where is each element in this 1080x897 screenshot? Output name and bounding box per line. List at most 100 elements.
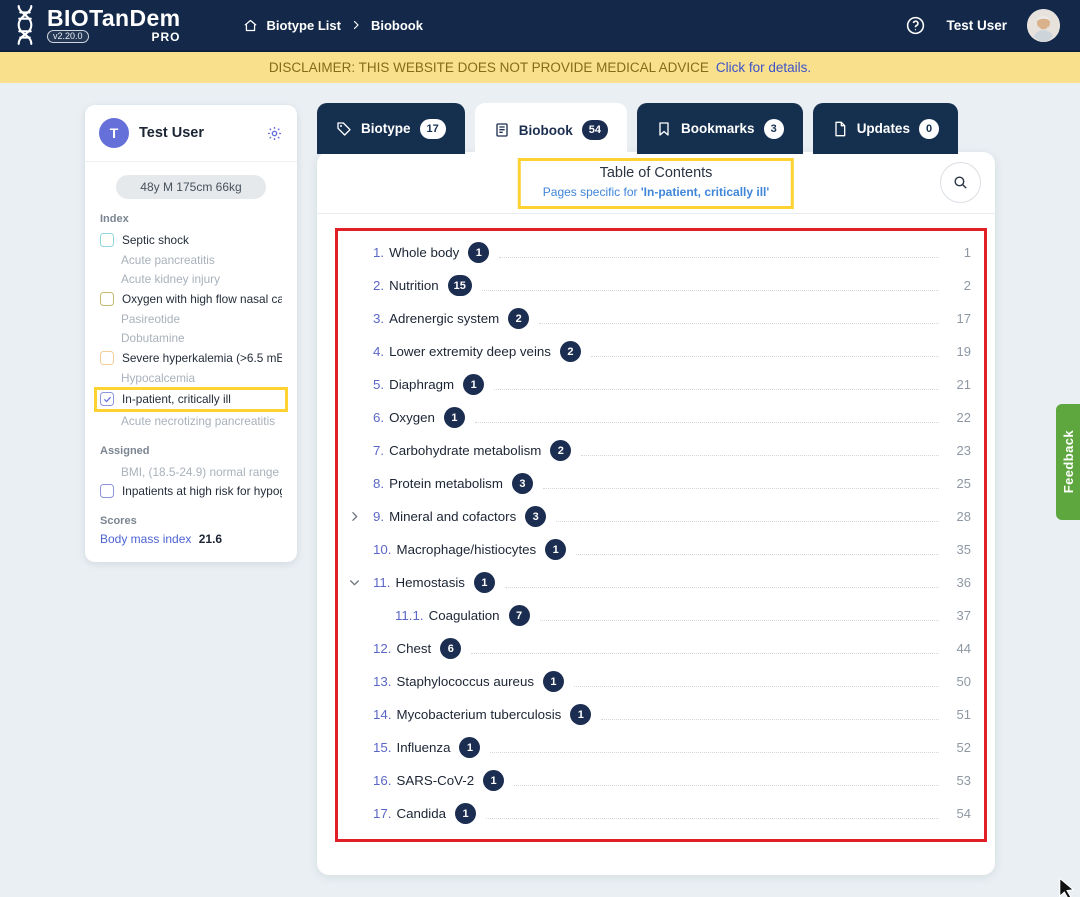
item-checkbox[interactable] (100, 484, 114, 499)
user-avatar[interactable] (1027, 8, 1060, 42)
toc-row[interactable]: 4. Lower extremity deep veins 2 19 (338, 335, 984, 368)
breadcrumb: Biotype List Biobook (243, 18, 423, 33)
tab-bookmarks[interactable]: Bookmarks 3 (637, 103, 803, 154)
toc-row[interactable]: 9. Mineral and cofactors 3 28 (338, 500, 984, 533)
toc-page-number: 36 (956, 575, 971, 590)
dotted-leader (556, 521, 939, 522)
toc-row[interactable]: 11.1. Coagulation 7 37 (338, 599, 984, 632)
home-icon[interactable] (243, 18, 258, 33)
search-button[interactable] (940, 162, 981, 203)
toc-count-badge: 15 (447, 275, 472, 296)
toc-page-number: 54 (956, 806, 971, 821)
chevron-right-icon[interactable] (348, 510, 373, 523)
toc-count-badge: 1 (570, 704, 592, 725)
file-icon (832, 121, 848, 137)
toc-page-number: 50 (956, 674, 971, 689)
list-item-highlighted[interactable]: In-patient, critically ill (97, 390, 285, 410)
user-name: Test User (946, 17, 1007, 33)
tab-updates[interactable]: Updates 0 (812, 103, 959, 154)
profile-name: Test User (139, 125, 205, 141)
profile-avatar: T (99, 118, 129, 148)
toc-page-number: 21 (956, 377, 971, 392)
app-logo[interactable]: BIOTanDem v2.20.0 PRO (12, 4, 181, 46)
toc-row[interactable]: 10. Macrophage/histiocytes 1 35 (338, 533, 984, 566)
toc-count-badge: 1 (455, 803, 477, 824)
profile-card: T Test User 48y M 175cm 66kg Index Septi… (85, 105, 297, 563)
tab-biotype[interactable]: Biotype 17 (317, 103, 465, 154)
help-icon[interactable] (905, 15, 926, 36)
item-checkbox[interactable] (100, 291, 114, 306)
item-checkbox-checked[interactable] (100, 392, 114, 407)
list-item: BMI, (18.5-24.9) normal range (121, 464, 280, 479)
dotted-leader (504, 587, 939, 588)
bmi-score-link[interactable]: Body mass index (100, 532, 191, 546)
feedback-button[interactable]: Feedback (1056, 404, 1080, 520)
disclaimer-text: DISCLAIMER: THIS WEBSITE DOES NOT PROVID… (268, 60, 709, 75)
disclaimer-details-link[interactable]: Click for details. (716, 60, 811, 75)
toc-row[interactable]: 17. Candida 1 54 (338, 797, 984, 830)
breadcrumb-biotype-list[interactable]: Biotype List (267, 18, 341, 33)
toc-row[interactable]: 12. Chest 6 44 (338, 632, 984, 665)
toc-row[interactable]: 2. Nutrition 15 2 (338, 269, 984, 302)
bookmark-icon (656, 121, 672, 137)
item-checkbox[interactable] (100, 350, 114, 365)
toc-row[interactable]: 11. Hemostasis 1 36 (338, 566, 984, 599)
dotted-leader (490, 752, 939, 753)
assigned-list: BMI, (18.5-24.9) normal range Inpatients… (100, 462, 282, 501)
top-bar: BIOTanDem v2.20.0 PRO Biotype List Biobo… (0, 0, 1080, 52)
toc-count-badge: 1 (542, 671, 564, 692)
index-list: Septic shock Acute pancreatitis Acute ki… (100, 230, 282, 431)
toc-page-number: 17 (956, 311, 971, 326)
toc-row[interactable]: 6. Oxygen 1 22 (338, 401, 984, 434)
toc-row[interactable]: 15. Influenza 1 52 (338, 731, 984, 764)
toc-row[interactable]: 7. Carbohydrate metabolism 2 23 (338, 434, 984, 467)
toc-count-badge: 1 (545, 539, 567, 560)
dotted-leader (542, 488, 939, 489)
dotted-leader (481, 290, 939, 291)
toc-row[interactable]: 3. Adrenergic system 2 17 (338, 302, 984, 335)
list-item: Acute kidney injury (121, 272, 221, 287)
dotted-leader (494, 389, 939, 390)
logo-wordmark: BIOTanDem (47, 4, 181, 31)
list-item[interactable]: Inpatients at high risk for hypogly... (100, 482, 282, 502)
gear-icon[interactable] (266, 125, 283, 142)
dotted-leader (474, 422, 939, 423)
toc-count-badge: 2 (508, 308, 530, 329)
toc-page-number: 52 (956, 740, 971, 755)
tab-biobook[interactable]: Biobook 54 (474, 103, 628, 157)
tag-icon (336, 121, 352, 137)
list-item: Acute pancreatitis (121, 252, 215, 267)
list-item[interactable]: Severe hyperkalemia (>6.5 mEq/L) (100, 348, 282, 368)
toc-row[interactable]: 8. Protein metabolism 3 25 (338, 467, 984, 500)
item-checkbox[interactable] (100, 232, 114, 247)
toc-count-badge: 3 (525, 506, 547, 527)
toc-row[interactable]: 14. Mycobacterium tuberculosis 1 51 (338, 698, 984, 731)
book-icon (494, 122, 510, 138)
toc-count-badge: 1 (459, 737, 481, 758)
toc-row[interactable]: 16. SARS-CoV-2 1 53 (338, 764, 984, 797)
toc-count-badge: 2 (550, 440, 572, 461)
list-item: Acute necrotizing pancreatitis (121, 414, 276, 429)
toc-annotation-box: 1. Whole body 1 1 2. Nutrition 15 2 3. A… (335, 228, 987, 842)
toc-page-number: 25 (956, 476, 971, 491)
app-screen: BIOTanDem v2.20.0 PRO Biotype List Biobo… (0, 0, 1080, 897)
scores-section-label: Scores (100, 515, 137, 528)
toc-count-badge: 1 (463, 374, 485, 395)
chevron-right-icon (350, 19, 362, 31)
toc-count-badge: 1 (443, 407, 465, 428)
toc-subtitle: Pages specific for 'In-patient, critical… (542, 185, 770, 199)
list-item: Pasireotide (121, 311, 181, 326)
toc-row[interactable]: 1. Whole body 1 1 (338, 236, 984, 269)
chevron-down-icon[interactable] (348, 576, 373, 589)
tab-bar: Biotype 17 Biobook 54 Bookmarks 3 Update… (317, 103, 959, 157)
toc-count-badge: 7 (508, 605, 530, 626)
toc-count-badge: 1 (468, 242, 490, 263)
toc-page-number: 22 (956, 410, 971, 425)
toc-page-number: 28 (956, 509, 971, 524)
toc-count-badge: 2 (559, 341, 581, 362)
toc-row[interactable]: 5. Diaphragm 1 21 (338, 368, 984, 401)
toc-page-number: 53 (956, 773, 971, 788)
toc-row[interactable]: 13. Staphylococcus aureus 1 50 (338, 665, 984, 698)
list-item[interactable]: Septic shock (100, 230, 282, 250)
list-item[interactable]: Oxygen with high flow nasal cann... (100, 289, 282, 309)
